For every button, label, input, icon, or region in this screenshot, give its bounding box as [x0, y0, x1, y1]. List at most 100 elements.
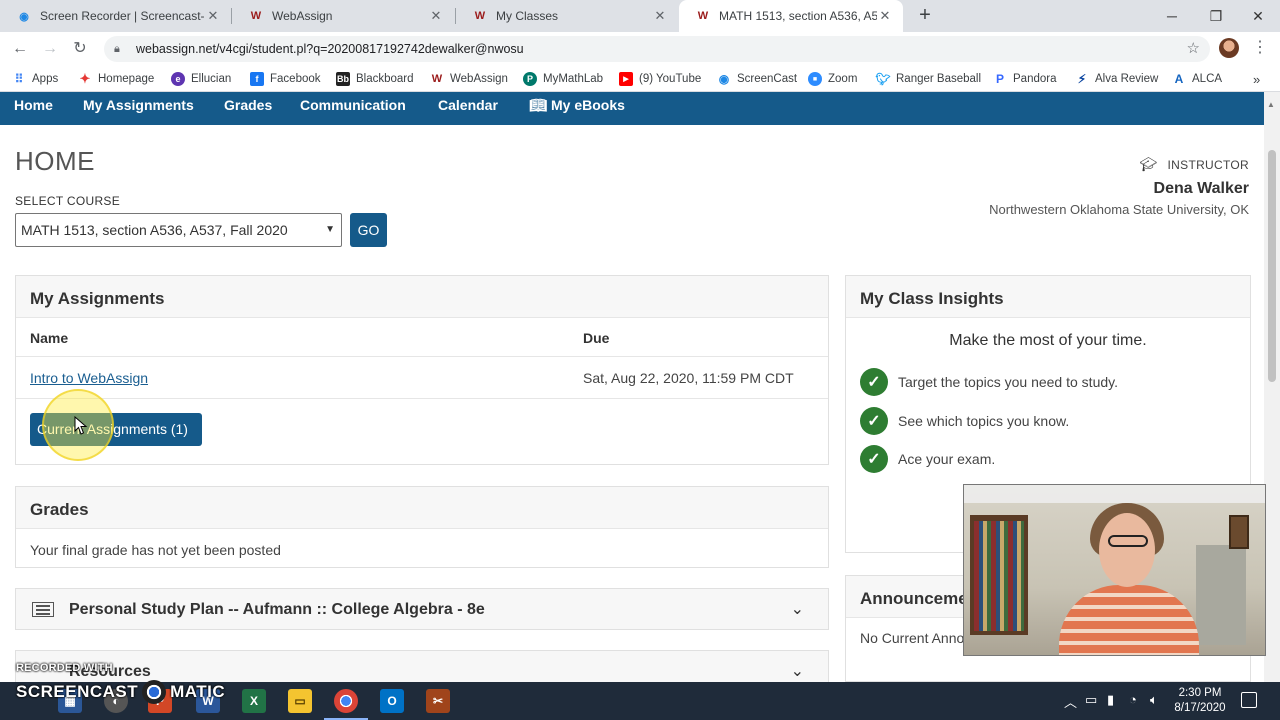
bookmark-label: WebAssign: [450, 73, 508, 85]
tab-webassign[interactable]: W WebAssign ✕: [232, 0, 454, 32]
study-plan-list-icon: [32, 602, 54, 617]
webcam-books: [974, 521, 1024, 631]
scroll-up-icon[interactable]: ▲: [1267, 100, 1275, 109]
chevron-down-icon[interactable]: ⌄: [791, 661, 804, 681]
reload-icon[interactable]: ↻: [69, 38, 91, 60]
scrollbar-thumb[interactable]: [1268, 150, 1276, 382]
nav-my-assignments[interactable]: My Assignments: [83, 97, 194, 113]
restore-icon[interactable]: ❐: [1194, 0, 1238, 32]
assignment-due-date: Sat, Aug 22, 2020, 11:59 PM CDT: [583, 370, 794, 386]
tab-math-1513[interactable]: W MATH 1513, section A536, A537 ✕: [679, 0, 903, 32]
site-navbar: Home My Assignments Grades Communication…: [0, 92, 1264, 125]
bookmark-star-icon[interactable]: ☆: [1187, 39, 1200, 57]
webcam-person-head: [1099, 513, 1155, 587]
tray-chevron-icon[interactable]: ︿: [1064, 692, 1077, 711]
bookmark-webassign[interactable]: W WebAssign: [430, 70, 508, 88]
back-arrow-icon[interactable]: ←: [9, 38, 31, 60]
snipping-tool-icon[interactable]: ✂: [426, 689, 450, 713]
bookmarks-overflow-icon[interactable]: »: [1253, 70, 1260, 88]
bookmark-label: ALCA: [1192, 73, 1223, 85]
bookmark-facebook[interactable]: f Facebook: [250, 70, 321, 88]
mouse-pointer-icon: [74, 416, 88, 435]
close-icon[interactable]: ✕: [428, 8, 444, 24]
webcam-cabinet: [1196, 545, 1246, 645]
profile-avatar[interactable]: [1219, 38, 1239, 58]
browser-menu-icon[interactable]: ⋮: [1252, 38, 1268, 60]
chrome-icon[interactable]: [324, 689, 368, 720]
close-icon[interactable]: ✕: [205, 8, 221, 24]
bookmark-mymathlab[interactable]: P MyMathLab: [523, 70, 603, 88]
tray-battery-icon[interactable]: ▮: [1107, 692, 1114, 708]
bookmark-apps[interactable]: ⠿ Apps: [12, 70, 59, 88]
webcam-ceiling: [964, 485, 1265, 503]
taskbar-clock[interactable]: 2:30 PM 8/17/2020: [1168, 686, 1232, 716]
browser-tab-strip: ◉ Screen Recorder | Screencast-O- ✕ W We…: [0, 0, 1280, 32]
assignment-link-intro-to-webassign[interactable]: Intro to WebAssign: [30, 370, 148, 386]
nav-communication[interactable]: Communication: [300, 97, 406, 113]
class-insights-heading: My Class Insights: [846, 276, 1250, 318]
excel-icon[interactable]: X: [242, 689, 266, 713]
chevron-down-icon[interactable]: ⌄: [791, 599, 804, 619]
recorded-with-label: RECORDED WITH: [16, 662, 113, 674]
study-plan-accordion[interactable]: Personal Study Plan -- Aufmann :: Colleg…: [15, 588, 829, 630]
bookmark-alca[interactable]: A ALCA: [1172, 70, 1222, 88]
screencast-icon: ◉: [718, 72, 730, 86]
insight-text: Ace your exam.: [898, 451, 996, 467]
instructor-label: INSTRUCTOR: [1167, 157, 1249, 172]
check-icon: ✓: [860, 368, 888, 396]
insight-item: ✓ See which topics you know.: [860, 407, 1069, 435]
webassign-icon: W: [431, 73, 443, 85]
grades-heading: Grades: [16, 487, 828, 529]
bookmark-homepage[interactable]: ✦ Homepage: [78, 70, 155, 88]
table-divider: [16, 356, 828, 357]
grades-status-text: Your final grade has not yet been posted: [30, 542, 281, 558]
nav-my-ebooks[interactable]: My eBooks: [551, 97, 625, 113]
ellucian-icon: e: [171, 72, 185, 86]
tray-network-icon[interactable]: ▭: [1085, 692, 1097, 708]
graduation-cap-icon: 🎓︎: [1139, 156, 1158, 172]
new-tab-button[interactable]: +: [914, 4, 936, 26]
go-button[interactable]: GO: [350, 213, 387, 247]
bookmark-zoom[interactable]: ■ Zoom: [808, 70, 857, 88]
minimize-icon[interactable]: ─: [1150, 0, 1194, 32]
bookmark-alva-review[interactable]: ⚡︎ Alva Review: [1075, 70, 1159, 88]
outlook-icon[interactable]: O: [380, 689, 404, 713]
bookmark-label: Blackboard: [356, 73, 414, 85]
file-explorer-icon[interactable]: ▭: [288, 689, 312, 713]
bookmark-blackboard[interactable]: Bb Blackboard: [336, 70, 414, 88]
webassign-favicon-icon: W: [697, 10, 709, 22]
close-icon[interactable]: ✕: [877, 8, 893, 24]
course-select[interactable]: MATH 1513, section A536, A537, Fall 2020…: [15, 213, 342, 247]
close-icon[interactable]: ✕: [652, 8, 668, 24]
address-bar[interactable]: 🔒︎ webassign.net/v4cgi/student.pl?q=2020…: [104, 36, 1210, 62]
notification-icon[interactable]: [1241, 692, 1257, 708]
bookmark-ellucian[interactable]: e Ellucian: [171, 70, 231, 88]
column-header-name: Name: [30, 330, 69, 346]
tab-screencast[interactable]: ◉ Screen Recorder | Screencast-O- ✕: [0, 0, 231, 32]
check-icon: ✓: [860, 445, 888, 473]
nav-home[interactable]: Home: [14, 97, 53, 113]
table-divider: [16, 398, 828, 399]
bookmark-screencast[interactable]: ◉ ScreenCast: [717, 70, 797, 88]
tray-volume-icon[interactable]: 🔈︎: [1150, 692, 1158, 708]
bookmark-ranger-baseball[interactable]: 🐦︎ Ranger Baseball: [875, 70, 981, 88]
insight-item: ✓ Ace your exam.: [860, 445, 995, 473]
tray-wifi-icon[interactable]: ◔: [1129, 692, 1137, 707]
forward-arrow-icon[interactable]: →: [39, 38, 61, 60]
screencastomatic-watermark: SCREENCAST MATIC: [16, 680, 225, 704]
clock-date: 8/17/2020: [1174, 702, 1226, 714]
bookmark-youtube[interactable]: ▶ (9) YouTube: [619, 70, 701, 88]
page-scrollbar[interactable]: ▲: [1264, 92, 1280, 682]
bookmark-label: Zoom: [828, 73, 858, 85]
webcam-overlay: [963, 484, 1266, 656]
alca-icon: A: [1174, 72, 1184, 86]
nav-grades[interactable]: Grades: [224, 97, 272, 113]
tab-title: WebAssign: [272, 9, 333, 23]
study-plan-title: Personal Study Plan -- Aufmann :: Colleg…: [69, 601, 485, 618]
bookmark-label: Alva Review: [1095, 73, 1159, 85]
tab-title: My Classes: [496, 9, 559, 23]
bookmark-pandora[interactable]: P Pandora: [993, 70, 1057, 88]
close-window-icon[interactable]: ✕: [1236, 0, 1280, 32]
nav-calendar[interactable]: Calendar: [438, 97, 498, 113]
tab-my-classes[interactable]: W My Classes ✕: [456, 0, 678, 32]
